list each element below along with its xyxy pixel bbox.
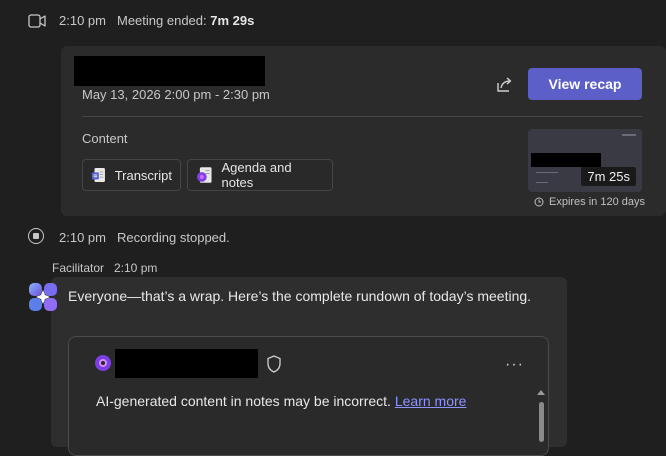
- recording-stop-icon: [28, 228, 44, 244]
- meeting-ended-time: 2:10 pm: [59, 13, 106, 28]
- expires-info: Expires in 120 days: [534, 196, 645, 208]
- content-label: Content: [82, 131, 128, 146]
- transcript-label: Transcript: [114, 167, 172, 183]
- facilitator-time: 2:10 pm: [114, 261, 158, 275]
- more-options-button[interactable]: ···: [505, 356, 524, 374]
- expires-text: Expires in 120 days: [549, 196, 645, 208]
- facilitator-name: Facilitator: [52, 261, 105, 275]
- agenda-and-notes-button[interactable]: Agenda and notes: [187, 159, 333, 191]
- share-icon[interactable]: [494, 75, 514, 95]
- transcript-button[interactable]: Transcript: [82, 159, 181, 191]
- recording-thumbnail[interactable]: 7m 25s: [528, 129, 642, 192]
- meeting-title-redacted: [74, 56, 265, 86]
- recording-stopped-time: 2:10 pm: [59, 230, 106, 245]
- agenda-and-notes-label: Agenda and notes: [221, 160, 292, 190]
- loop-icon: [95, 355, 111, 371]
- facilitator-message: Everyone—that’s a wrap. Here’s the compl…: [68, 288, 532, 304]
- facilitator-avatar-icon: [29, 283, 57, 311]
- meeting-date: May 13, 2026 2:00 pm - 2:30 pm: [82, 87, 270, 102]
- meeting-duration: 7m 29s: [210, 13, 255, 28]
- meeting-ended-text: Meeting ended: 7m 29s: [117, 13, 254, 28]
- scroll-up-arrow[interactable]: [537, 390, 545, 395]
- scrollbar-thumb[interactable]: [539, 402, 544, 442]
- learn-more-link[interactable]: Learn more: [395, 393, 467, 409]
- ai-disclaimer: AI-generated content in notes may be inc…: [96, 393, 466, 409]
- recording-stopped-text: Recording stopped.: [117, 230, 230, 245]
- shield-icon: [267, 355, 281, 373]
- meeting-ended-label: Meeting ended:: [117, 13, 207, 28]
- view-recap-button[interactable]: View recap: [528, 68, 642, 100]
- loop-notes-icon: [196, 167, 212, 183]
- transcript-icon: [91, 168, 105, 182]
- thumbnail-title-redacted: [531, 153, 601, 167]
- ai-disclaimer-text: AI-generated content in notes may be inc…: [96, 393, 391, 409]
- video-camera-icon: [28, 14, 46, 28]
- clock-icon: [534, 197, 544, 207]
- recording-duration: 7m 25s: [581, 167, 636, 186]
- card-divider: [82, 116, 642, 117]
- notes-title-redacted: [115, 349, 258, 378]
